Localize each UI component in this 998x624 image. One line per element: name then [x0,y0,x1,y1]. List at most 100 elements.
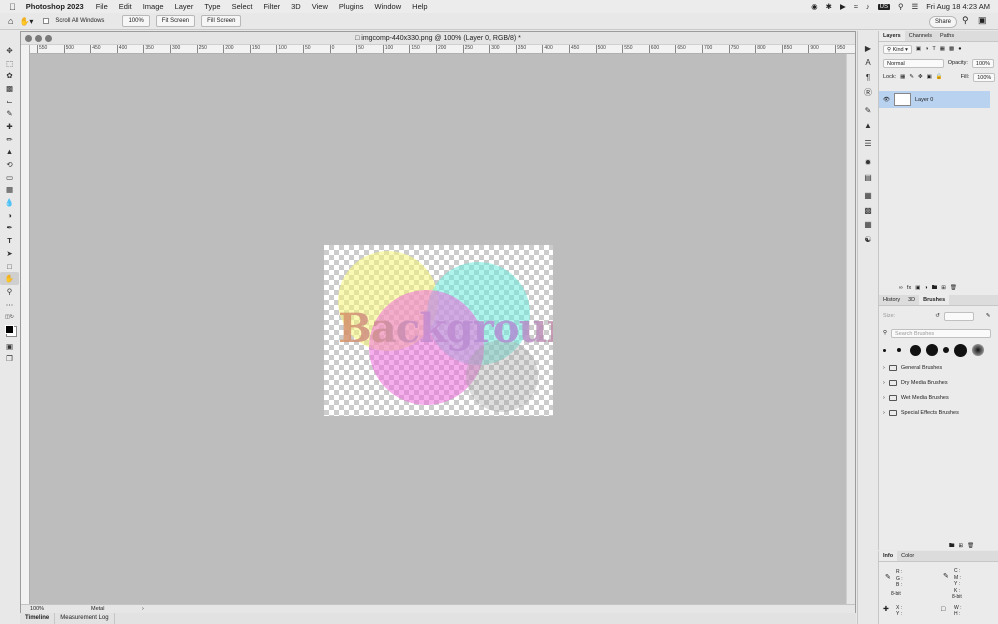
rgb-eyedropper-icon[interactable]: ✎ [885,574,891,582]
scroll-all-windows-checkbox[interactable] [43,18,50,24]
tab-color[interactable]: Color [897,551,918,561]
lock-image-icon[interactable]: ✎ [909,74,914,80]
status-arrow-icon[interactable]: › [142,605,144,613]
menu-window[interactable]: Window [374,2,401,11]
brush-folder-wet-media[interactable]: › Wet Media Brushes [879,390,998,405]
menu-edit[interactable]: Edit [119,2,132,11]
new-adjustment-icon[interactable]: ◑ [924,285,927,291]
new-brush-group-icon[interactable]: 🖿 [949,542,955,551]
menu-select[interactable]: Select [232,2,253,11]
bluetooth-icon[interactable]: ✱ [826,2,832,11]
vertical-ruler[interactable] [21,45,30,607]
play-status-icon[interactable]: ▶ [840,2,846,11]
spotlight-search-icon[interactable]: ⚲ [898,2,904,11]
clone-source-icon[interactable]: ▲ [858,118,878,133]
crop-tool-icon[interactable]: ⌙ [0,95,19,108]
filter-type-icon[interactable]: T [932,46,935,52]
brush-search-input[interactable]: Search Brushes [891,328,992,338]
fill-input[interactable]: 100% [973,72,996,82]
lock-position-icon[interactable]: ✥ [918,74,923,80]
menu-filter[interactable]: Filter [263,2,280,11]
volume-icon[interactable]: ♪ [866,2,870,11]
filter-pixel-icon[interactable]: ▣ [916,46,921,52]
brush-preset-1[interactable] [883,348,886,352]
gradient-tool-icon[interactable]: ▦ [0,184,19,197]
link-layers-icon[interactable]: ∞ [899,285,903,291]
menu-file[interactable]: File [96,2,108,11]
brush-preset-5[interactable] [943,347,949,353]
layer-name[interactable]: Layer 0 [915,97,933,103]
foreground-color-swatch[interactable] [0,323,19,336]
brush-preset-6[interactable] [954,343,967,357]
filter-smart-object-icon[interactable]: ▩ [949,46,954,52]
fit-screen-button[interactable]: Fit Screen [155,15,196,27]
brush-preset-3[interactable] [910,344,921,356]
menu-type[interactable]: Type [204,2,220,11]
blur-tool-icon[interactable]: 💧 [0,196,19,209]
history-brush-tool-icon[interactable]: ⟲ [0,158,19,171]
tab-paths[interactable]: Paths [936,31,958,41]
brush-tool-icon[interactable]: ✏ [0,133,19,146]
add-mask-icon[interactable]: ▣ [915,285,920,291]
patterns-icon[interactable]: ▦ [858,218,878,233]
brush-folder-special-effects[interactable]: › Special Effects Brushes [879,405,998,420]
clock[interactable]: Fri Aug 18 4:23 AM [926,2,990,11]
screen-mode-icon[interactable]: ❐ [0,353,19,366]
search-icon[interactable]: ⚲ [962,15,969,26]
tab-timeline[interactable]: Timeline [20,613,56,624]
share-button[interactable]: Share [929,16,958,28]
brush-folder-dry-media[interactable]: › Dry Media Brushes [879,375,998,390]
zoom-window-icon[interactable] [45,35,52,42]
menu-3d[interactable]: 3D [291,2,301,11]
filter-toggle-icon[interactable]: ● [958,46,961,52]
lock-all-icon[interactable]: 🔒 [936,74,943,80]
menu-layer[interactable]: Layer [175,2,194,11]
lock-transparent-icon[interactable]: ▦ [900,74,905,80]
adjustments-icon[interactable]: ✹ [858,155,878,170]
menu-plugins[interactable]: Plugins [339,2,364,11]
wifi-icon[interactable]: ≈ [854,2,858,11]
tab-history[interactable]: History [879,295,904,305]
blend-mode-select[interactable]: Normal [883,58,944,68]
pen-tool-icon[interactable]: ✒ [0,222,19,235]
clone-stamp-tool-icon[interactable]: ▲ [0,146,19,159]
zoom-100-button[interactable]: 100% [122,15,150,27]
menu-image[interactable]: Image [143,2,164,11]
horizontal-ruler[interactable]: 550 500 450 400 350 300 250 200 150 100 50 0 50 100 15… [30,45,855,54]
brush-settings-icon[interactable]: ✎ [858,103,878,118]
swatches-icon[interactable]: ▦ [858,188,878,203]
layer-thumbnail[interactable] [893,93,911,106]
tab-channels[interactable]: Channels [905,31,936,41]
libraries-icon[interactable]: ▤ [858,170,878,185]
brush-preset-7[interactable] [972,344,984,356]
healing-brush-tool-icon[interactable]: ✚ [0,120,19,133]
app-name-menu[interactable]: Photoshop 2023 [26,2,84,11]
vertical-scrollbar[interactable] [846,54,855,604]
dodge-tool-icon[interactable]: ◑ [0,209,19,222]
tab-measurement-log[interactable]: Measurement Log [55,613,115,624]
creative-cloud-icon[interactable]: ◉ [811,2,818,11]
status-zoom[interactable]: 100% [30,605,44,613]
filter-shape-icon[interactable]: ▦ [940,46,945,52]
brush-size-input[interactable] [943,311,974,321]
path-selection-tool-icon[interactable]: ➤ [0,247,19,260]
kind-filter-select[interactable]: ⚲ Kind ▾ [883,44,912,54]
quick-mask-icon[interactable]: ▣ [0,340,19,353]
brush-folder-general[interactable]: › General Brushes [879,360,998,375]
rectangle-tool-icon[interactable]: □ [0,260,19,273]
lock-artboard-icon[interactable]: ▣ [927,74,932,80]
glyphs-icon[interactable]: Ⓡ [858,85,878,100]
properties-icon[interactable]: ☰ [858,137,878,152]
more-tools-icon[interactable]: ⋯ [0,298,19,311]
minimize-window-icon[interactable] [35,35,42,42]
zoom-tool-icon[interactable]: ⚲ [0,285,19,298]
delete-brush-icon[interactable]: 🗑 [967,543,974,549]
fill-screen-button[interactable]: Fill Screen [201,15,242,27]
character-icon[interactable]: A [858,56,878,71]
paragraph-icon[interactable]: ¶ [858,70,878,85]
eraser-tool-icon[interactable]: ▭ [0,171,19,184]
input-source-badge[interactable]: US [877,3,890,10]
delete-layer-icon[interactable]: 🗑 [950,285,957,291]
opacity-input[interactable]: 100% [971,58,994,68]
learn-icon[interactable]: ☯ [858,232,878,247]
